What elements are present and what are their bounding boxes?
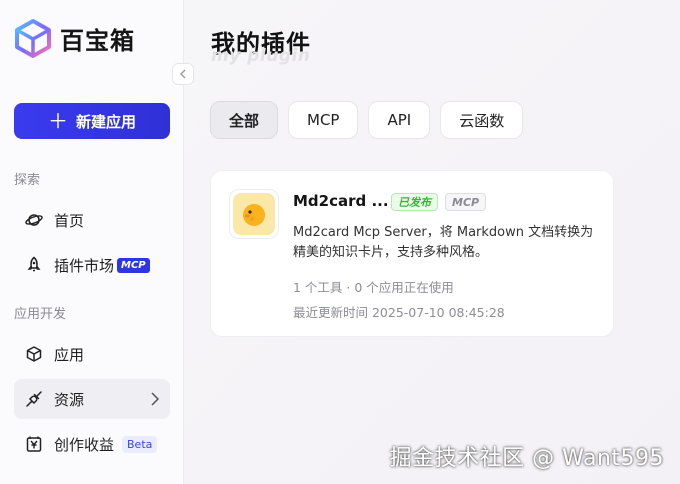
- coin-box-icon: [24, 434, 44, 454]
- mcp-badge: MCP: [117, 257, 150, 273]
- app-logo-text: 百宝箱: [60, 26, 135, 55]
- plugin-usage-meta: 1 个工具 · 0 个应用正在使用: [293, 280, 454, 295]
- duck-icon: [243, 204, 265, 226]
- sidebar-item-label: 资源: [54, 390, 85, 409]
- filter-tab-all[interactable]: 全部: [210, 101, 279, 139]
- page-subtitle: my plugin: [211, 46, 311, 66]
- box-icon: [24, 344, 44, 364]
- planet-icon: [24, 210, 44, 230]
- sidebar-item-label: 首页: [54, 211, 85, 230]
- status-badge: 已发布: [391, 193, 438, 211]
- sidebar-item-label: 插件市场: [54, 256, 115, 275]
- section-label-app-dev: 应用开发: [14, 307, 67, 322]
- app-logo[interactable]: 百宝箱: [14, 18, 135, 58]
- plugin-description: Md2card Mcp Server，将 Markdown 文档转换为精美的知识…: [293, 225, 594, 260]
- sidebar-item-home[interactable]: 首页: [14, 200, 170, 240]
- plugin-updated-time: 最近更新时间 2025-07-10 08:45:28: [293, 305, 505, 320]
- filter-tab-cloud-function[interactable]: 云函数: [440, 101, 524, 139]
- chevron-right-icon: [150, 391, 160, 411]
- section-label-explore: 探索: [14, 173, 41, 188]
- type-badge: MCP: [445, 193, 487, 211]
- sidebar-item-apps[interactable]: 应用: [14, 334, 170, 374]
- plus-icon: ＋: [47, 109, 68, 133]
- new-app-label: 新建应用: [75, 112, 136, 131]
- filter-tabs: 全部 MCP API 云函数: [210, 101, 524, 139]
- cube-logo-icon: [15, 19, 51, 58]
- sidebar: 百宝箱 ＋ 新建应用 探索 首页 插件市场 MCP 应用开发 应用 资源 创作收…: [0, 0, 184, 484]
- sidebar-item-plugin-market[interactable]: 插件市场 MCP: [14, 245, 170, 285]
- filter-tab-api[interactable]: API: [368, 101, 431, 139]
- plugin-card[interactable]: Md2card ... 已发布 MCP Md2card Mcp Server，将…: [210, 170, 614, 337]
- chevron-left-icon: [180, 69, 186, 79]
- sidebar-item-creator-earnings[interactable]: 创作收益 Beta: [14, 424, 170, 464]
- beta-badge: Beta: [122, 435, 158, 453]
- collapse-sidebar-button[interactable]: [172, 63, 194, 85]
- rocket-icon: [24, 255, 44, 275]
- plugin-avatar: [229, 189, 279, 239]
- plug-icon: [24, 389, 44, 409]
- watermark: 掘金技术社区 @ Want595: [389, 446, 664, 471]
- filter-tab-mcp[interactable]: MCP: [288, 101, 359, 139]
- sidebar-item-resources[interactable]: 资源: [14, 379, 170, 419]
- sidebar-item-label: 创作收益: [54, 435, 115, 454]
- sidebar-item-label: 应用: [54, 345, 85, 364]
- new-app-button[interactable]: ＋ 新建应用: [14, 103, 170, 139]
- plugin-name: Md2card ...: [293, 192, 389, 210]
